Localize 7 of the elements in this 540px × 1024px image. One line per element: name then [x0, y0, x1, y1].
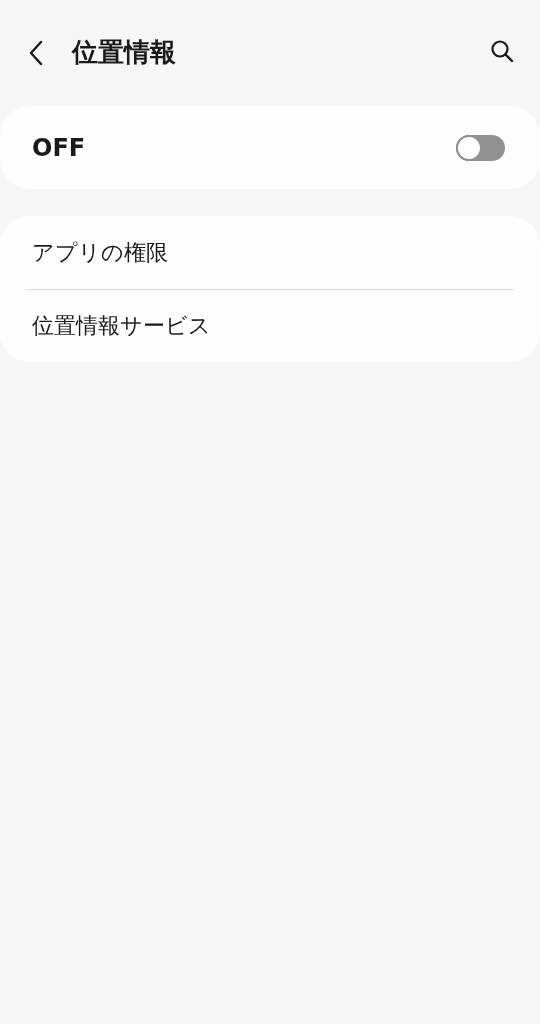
menu-item[interactable]: 位置情報サービス: [26, 289, 514, 362]
search-icon: [490, 39, 514, 63]
toggle-switch[interactable]: [456, 134, 505, 161]
menu-item[interactable]: アプリの権限: [26, 216, 514, 289]
switch-label: OFF: [32, 133, 86, 162]
back-icon: [28, 40, 44, 66]
page-title: 位置情報: [72, 35, 177, 69]
